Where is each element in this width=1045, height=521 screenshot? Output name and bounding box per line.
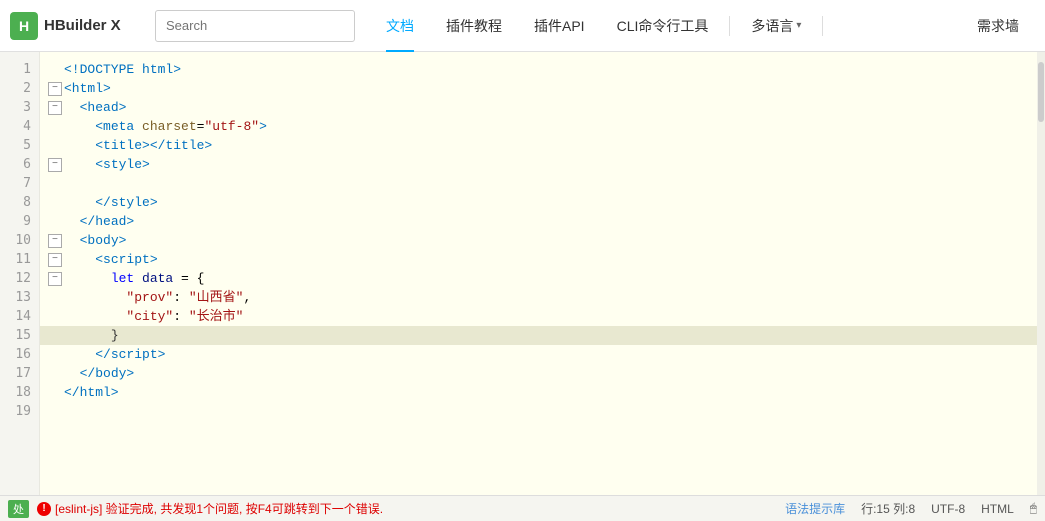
logo: H HBuilder X — [10, 12, 140, 40]
line-number: 5 — [0, 136, 39, 155]
line-number: 12 — [0, 269, 39, 288]
fold-button[interactable]: − — [48, 101, 62, 115]
code-tokens: <!DOCTYPE html> — [64, 60, 181, 79]
search-box[interactable] — [155, 10, 355, 42]
encoding-label: UTF-8 — [931, 502, 965, 516]
nav-item-language-label: 多语言 — [751, 16, 793, 36]
code-line: − <script> — [40, 250, 1037, 269]
line-number: 3 — [0, 98, 39, 117]
code-tokens: </html> — [64, 383, 119, 402]
syntax-hint-link[interactable]: 语法提示库 — [785, 500, 845, 517]
code-tokens: <head> — [64, 98, 126, 117]
scrollbar-thumb[interactable] — [1038, 62, 1044, 122]
code-tokens: <meta charset="utf-8"> — [64, 117, 267, 136]
code-line: "city": "长治市" — [40, 307, 1037, 326]
line-number: 1 — [0, 60, 39, 79]
nav-item-docs[interactable]: 文档 — [370, 0, 430, 52]
nav: 文档 插件教程 插件API CLI命令行工具 多语言 ▾ 需求墙 — [370, 0, 1035, 52]
line-number: 13 — [0, 288, 39, 307]
line-number: 15 — [0, 326, 39, 345]
code-tokens: <style> — [64, 155, 150, 174]
code-line: −<html> — [40, 79, 1037, 98]
line-number: 8 — [0, 193, 39, 212]
code-tokens: "city": "长治市" — [64, 307, 243, 326]
code-line: <title></title> — [40, 136, 1037, 155]
nav-divider-2 — [822, 16, 823, 36]
line-number: 19 — [0, 402, 39, 421]
code-tokens: </style> — [64, 193, 158, 212]
line-number: 18 — [0, 383, 39, 402]
code-tokens: } — [64, 326, 119, 345]
line-number: 16 — [0, 345, 39, 364]
code-line: <!DOCTYPE html> — [40, 60, 1037, 79]
logo-text: HBuilder X — [44, 17, 121, 34]
nav-item-plugin-api[interactable]: 插件API — [518, 0, 601, 52]
line-number: 14 — [0, 307, 39, 326]
fold-button[interactable]: − — [48, 234, 62, 248]
code-line: </style> — [40, 193, 1037, 212]
line-number: 4 — [0, 117, 39, 136]
line-number: 6 — [0, 155, 39, 174]
code-line: </html> — [40, 383, 1037, 402]
code-tokens: let data = { — [64, 269, 204, 288]
fold-button[interactable]: − — [48, 253, 62, 267]
file-type-label: HTML — [981, 502, 1014, 516]
nav-item-cli[interactable]: CLI命令行工具 — [601, 0, 725, 52]
error-text: [eslint-js] 验证完成, 共发现1个问题, 按F4可跳转到下一个错误. — [55, 500, 383, 517]
mouse-icon: 🖱 — [1030, 501, 1037, 516]
breadcrumb-tag[interactable]: 处 — [8, 500, 29, 518]
status-bar: 处 ! [eslint-js] 验证完成, 共发现1个问题, 按F4可跳转到下一… — [0, 495, 1045, 521]
line-number: 2 — [0, 79, 39, 98]
code-line — [40, 174, 1037, 193]
code-line: } — [40, 326, 1037, 345]
line-number: 17 — [0, 364, 39, 383]
code-tokens: <script> — [64, 250, 158, 269]
code-line: </script> — [40, 345, 1037, 364]
nav-item-plugin-tutorial[interactable]: 插件教程 — [430, 0, 518, 52]
editor-area: 12345678910111213141516171819 <!DOCTYPE … — [0, 52, 1045, 495]
code-tokens: <body> — [64, 231, 126, 250]
code-line: − <body> — [40, 231, 1037, 250]
nav-divider — [729, 16, 730, 36]
status-error: ! [eslint-js] 验证完成, 共发现1个问题, 按F4可跳转到下一个错… — [37, 500, 383, 517]
mouse-icon-area: 🖱 — [1030, 501, 1037, 516]
code-line: </body> — [40, 364, 1037, 383]
code-line — [40, 402, 1037, 421]
line-numbers: 12345678910111213141516171819 — [0, 52, 40, 495]
fold-button[interactable]: − — [48, 82, 62, 96]
code-line: <meta charset="utf-8"> — [40, 117, 1037, 136]
code-tokens: </script> — [64, 345, 165, 364]
error-icon: ! — [37, 502, 51, 516]
code-content[interactable]: <!DOCTYPE html>−<html>− <head> <meta cha… — [40, 52, 1037, 495]
line-number: 9 — [0, 212, 39, 231]
logo-icon: H — [10, 12, 38, 40]
header: H HBuilder X 文档 插件教程 插件API CLI命令行工具 多语言 … — [0, 0, 1045, 52]
status-right: 语法提示库 行:15 列:8 UTF-8 HTML 🖱 — [785, 500, 1037, 517]
code-tokens: </head> — [64, 212, 134, 231]
code-tokens: <title></title> — [64, 136, 212, 155]
code-line: "prov": "山西省", — [40, 288, 1037, 307]
line-number: 7 — [0, 174, 39, 193]
cursor-position: 行:15 列:8 — [861, 500, 915, 517]
code-tokens: <html> — [64, 79, 111, 98]
fold-button[interactable]: − — [48, 272, 62, 286]
fold-button[interactable]: − — [48, 158, 62, 172]
scrollbar-track[interactable] — [1037, 52, 1045, 495]
code-tokens: </body> — [64, 364, 134, 383]
line-number: 10 — [0, 231, 39, 250]
nav-item-demand[interactable]: 需求墙 — [961, 0, 1035, 52]
code-line: − <style> — [40, 155, 1037, 174]
code-tokens: "prov": "山西省", — [64, 288, 251, 307]
search-input[interactable] — [166, 18, 344, 33]
code-line: </head> — [40, 212, 1037, 231]
nav-item-language[interactable]: 多语言 ▾ — [735, 0, 817, 52]
code-line: − <head> — [40, 98, 1037, 117]
line-number: 11 — [0, 250, 39, 269]
code-line: − let data = { — [40, 269, 1037, 288]
chevron-down-icon: ▾ — [796, 20, 801, 31]
